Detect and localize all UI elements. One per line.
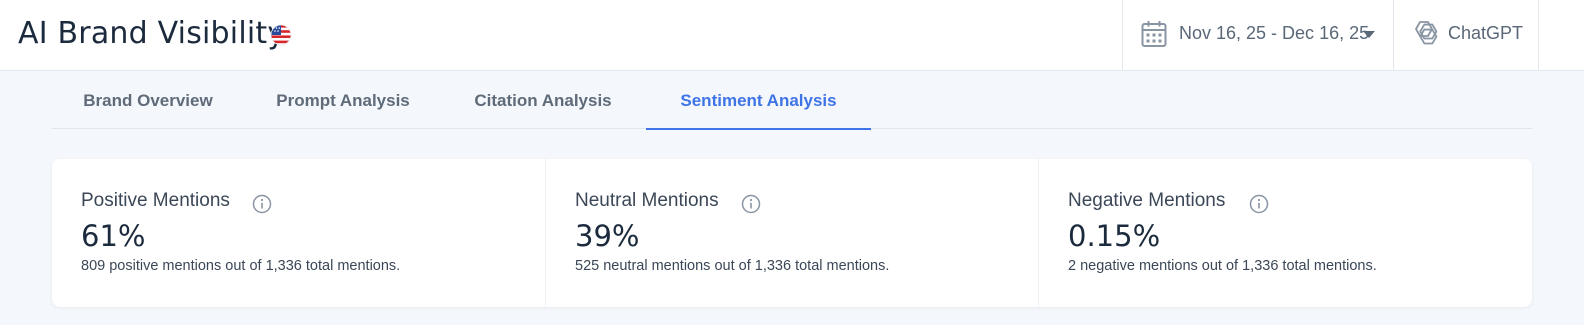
info-icon[interactable] <box>741 194 761 214</box>
card-subtitle: 2 negative mentions out of 1,336 total m… <box>1068 258 1377 274</box>
card-value: 61% <box>81 219 146 253</box>
card-value: 0.15% <box>1068 219 1161 253</box>
model-selector[interactable]: ChatGPT <box>1394 0 1539 71</box>
calendar-icon <box>1141 21 1167 47</box>
card-value: 39% <box>575 219 640 253</box>
neutral-mentions-card: Neutral Mentions 39% 525 neutral mention… <box>545 159 1038 307</box>
tab-sentiment-analysis[interactable]: Sentiment Analysis <box>646 72 871 130</box>
model-label: ChatGPT <box>1448 23 1524 43</box>
date-range-picker[interactable]: Nov 16, 25 - Dec 16, 25 <box>1122 0 1394 71</box>
info-icon[interactable] <box>252 194 272 214</box>
top-header: AI Brand Visibility Nov 16, 25 - Dec 16,… <box>0 0 1584 71</box>
tab-citation-analysis[interactable]: Citation Analysis <box>452 72 634 129</box>
info-icon[interactable] <box>1249 194 1269 214</box>
card-subtitle: 525 neutral mentions out of 1,336 total … <box>575 258 890 274</box>
tab-brand-overview[interactable]: Brand Overview <box>52 72 244 129</box>
chatgpt-icon <box>1415 21 1438 45</box>
card-title: Positive Mentions <box>81 190 230 211</box>
page-title: AI Brand Visibility <box>18 16 286 51</box>
negative-mentions-card: Negative Mentions 0.15% 2 negative menti… <box>1038 159 1532 307</box>
date-range-label: Nov 16, 25 - Dec 16, 25 <box>1179 23 1370 43</box>
tab-prompt-analysis[interactable]: Prompt Analysis <box>254 72 432 129</box>
us-flag-icon <box>270 24 292 46</box>
card-title: Neutral Mentions <box>575 190 719 211</box>
card-title: Negative Mentions <box>1068 190 1226 211</box>
card-subtitle: 809 positive mentions out of 1,336 total… <box>81 258 401 274</box>
sentiment-summary-cards: Positive Mentions 61% 809 positive menti… <box>52 159 1532 307</box>
positive-mentions-card: Positive Mentions 61% 809 positive menti… <box>52 159 545 307</box>
chevron-down-icon <box>1363 31 1375 38</box>
tab-bar: Brand Overview Prompt Analysis Citation … <box>52 72 1532 130</box>
